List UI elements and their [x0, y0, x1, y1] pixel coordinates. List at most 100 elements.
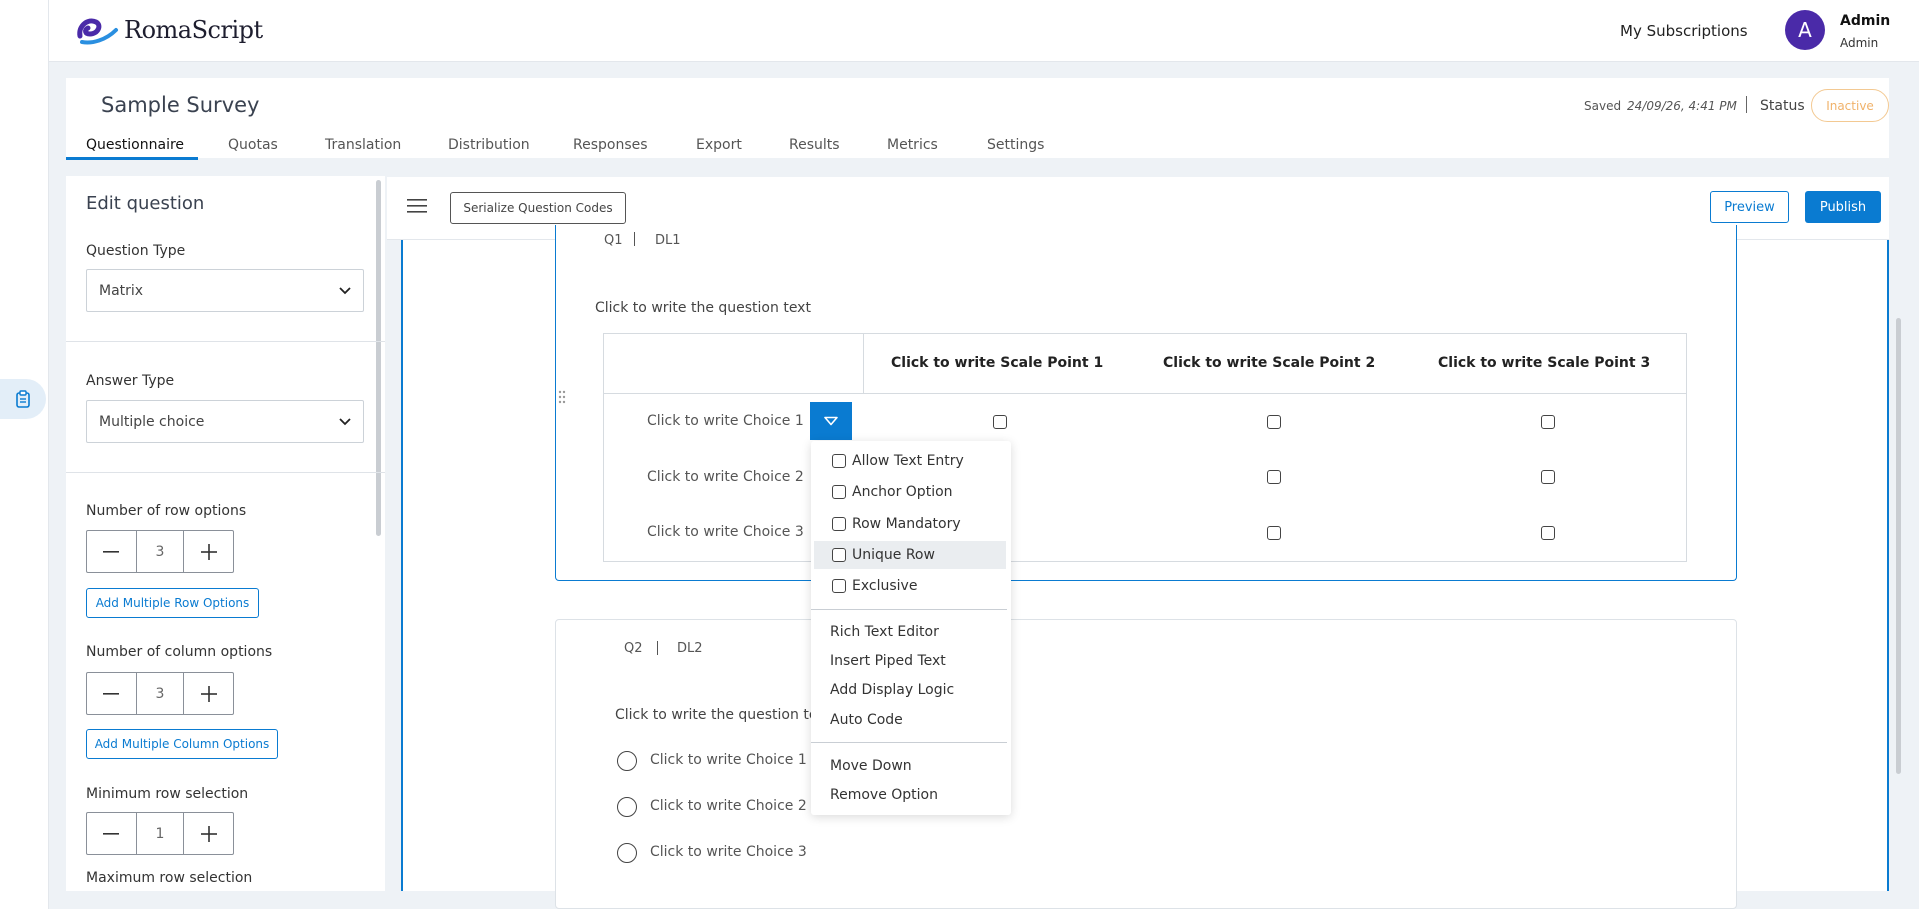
menu-checkbox[interactable] — [832, 517, 846, 531]
add-multiple-row-options-button[interactable]: Add Multiple Row Options — [86, 588, 259, 618]
column-options-stepper: 3 — [86, 672, 234, 715]
questionnaire-clipboard-icon[interactable] — [0, 379, 46, 419]
tab-translation[interactable]: Translation — [325, 137, 401, 153]
display-logic-code[interactable]: DL2 — [677, 641, 703, 656]
matrix-row-label[interactable]: Click to write Choice 2 — [647, 469, 804, 485]
matrix-checkbox[interactable] — [1541, 526, 1555, 540]
menu-divider — [811, 609, 1007, 610]
tab-distribution[interactable]: Distribution — [448, 137, 530, 153]
user-name: Admin — [1840, 13, 1891, 29]
drag-handle-icon[interactable] — [558, 390, 566, 408]
menu-item-add-display-logic[interactable]: Add Display Logic — [830, 682, 954, 698]
chevron-down-icon — [339, 417, 351, 425]
question-type-select[interactable]: Matrix — [86, 269, 364, 312]
radio-button[interactable] — [617, 751, 637, 771]
decrement-button[interactable] — [87, 673, 136, 714]
tab-settings[interactable]: Settings — [987, 137, 1044, 153]
increment-button[interactable] — [184, 813, 233, 854]
question-code[interactable]: Q1 — [604, 233, 623, 248]
panel-scrollbar[interactable] — [376, 180, 381, 536]
divider — [603, 393, 1687, 394]
avatar[interactable]: A — [1785, 10, 1825, 50]
menu-item-allow-text-entry[interactable]: Allow Text Entry — [814, 447, 1006, 475]
increment-button[interactable] — [184, 531, 233, 572]
matrix-checkbox[interactable] — [1267, 526, 1281, 540]
survey-title: Sample Survey — [101, 93, 260, 117]
tab-questionnaire[interactable]: Questionnaire — [86, 137, 184, 153]
choice-label[interactable]: Click to write Choice 2 — [650, 798, 807, 814]
menu-icon[interactable] — [407, 198, 427, 218]
divider — [1746, 96, 1747, 113]
menu-divider — [811, 742, 1007, 743]
menu-item-unique-row[interactable]: Unique Row — [814, 541, 1006, 569]
menu-item-label: Anchor Option — [852, 484, 953, 500]
chevron-down-icon — [339, 286, 351, 294]
menu-item-insert-piped-text[interactable]: Insert Piped Text — [830, 653, 946, 669]
logo[interactable]: RomaScript — [76, 14, 263, 46]
tab-responses[interactable]: Responses — [573, 137, 648, 153]
scale-point-header[interactable]: Click to write Scale Point 1 — [891, 355, 1103, 371]
status-label: Status — [1760, 98, 1805, 114]
menu-item-label: Unique Row — [852, 547, 935, 563]
matrix-checkbox[interactable] — [1541, 470, 1555, 484]
menu-checkbox[interactable] — [832, 579, 846, 593]
publish-button[interactable]: Publish — [1805, 191, 1881, 223]
matrix-row-label[interactable]: Click to write Choice 3 — [647, 524, 804, 540]
my-subscriptions-link[interactable]: My Subscriptions — [1620, 22, 1748, 40]
matrix-checkbox[interactable] — [1267, 470, 1281, 484]
plus-icon — [200, 825, 217, 842]
column-options-value[interactable]: 3 — [135, 673, 185, 714]
display-logic-code[interactable]: DL1 — [655, 233, 681, 248]
matrix-row-label[interactable]: Click to write Choice 1 — [647, 413, 804, 429]
min-row-selection-value[interactable]: 1 — [135, 813, 185, 854]
menu-checkbox[interactable] — [832, 485, 846, 499]
radio-button[interactable] — [617, 797, 637, 817]
scale-point-header[interactable]: Click to write Scale Point 3 — [1438, 355, 1650, 371]
matrix-checkbox[interactable] — [1541, 415, 1555, 429]
row-options-stepper: 3 — [86, 530, 234, 573]
menu-item-anchor-option[interactable]: Anchor Option — [814, 478, 1006, 506]
row-options-value[interactable]: 3 — [135, 531, 185, 572]
menu-item-move-down[interactable]: Move Down — [830, 758, 912, 774]
serialize-question-codes-button[interactable]: Serialize Question Codes — [450, 192, 626, 224]
divider — [66, 341, 385, 342]
menu-item-remove-option[interactable]: Remove Option — [830, 787, 938, 803]
plus-icon — [200, 543, 217, 560]
question-code[interactable]: Q2 — [624, 641, 643, 656]
column-options-label: Number of column options — [86, 644, 273, 660]
preview-button[interactable]: Preview — [1710, 191, 1789, 223]
min-row-selection-label: Minimum row selection — [86, 786, 249, 802]
radio-button[interactable] — [617, 843, 637, 863]
menu-item-exclusive[interactable]: Exclusive — [814, 572, 1006, 600]
menu-item-row-mandatory[interactable]: Row Mandatory — [814, 510, 1006, 538]
matrix-checkbox[interactable] — [1267, 415, 1281, 429]
decrement-button[interactable] — [87, 813, 136, 854]
panel-title: Edit question — [86, 193, 205, 214]
menu-item-rich-text-editor[interactable]: Rich Text Editor — [830, 624, 939, 640]
editor-scrollbar[interactable] — [1896, 318, 1901, 774]
logo-mark-icon — [77, 18, 118, 45]
add-multiple-column-options-button[interactable]: Add Multiple Column Options — [86, 729, 278, 759]
decrement-button[interactable] — [87, 531, 136, 572]
question-text[interactable]: Click to write the question text — [615, 707, 811, 723]
question-text[interactable]: Click to write the question text — [595, 300, 811, 316]
answer-type-select[interactable]: Multiple choice — [86, 400, 364, 443]
max-row-selection-label: Maximum row selection — [86, 870, 253, 886]
tab-metrics[interactable]: Metrics — [887, 137, 938, 153]
status-badge[interactable]: Inactive — [1811, 89, 1889, 122]
menu-item-auto-code[interactable]: Auto Code — [830, 712, 903, 728]
tab-quotas[interactable]: Quotas — [228, 137, 278, 153]
increment-button[interactable] — [184, 673, 233, 714]
menu-checkbox[interactable] — [832, 548, 846, 562]
answer-type-label: Answer Type — [86, 373, 175, 389]
divider — [66, 472, 385, 473]
choice-label[interactable]: Click to write Choice 1 — [650, 752, 807, 768]
choice-label[interactable]: Click to write Choice 3 — [650, 844, 807, 860]
scale-point-header[interactable]: Click to write Scale Point 2 — [1163, 355, 1375, 371]
tab-export[interactable]: Export — [696, 137, 742, 153]
tab-results[interactable]: Results — [789, 137, 840, 153]
menu-checkbox[interactable] — [832, 454, 846, 468]
row-options-dropdown-button[interactable] — [810, 402, 852, 440]
matrix-checkbox[interactable] — [993, 415, 1007, 429]
question-type-label: Question Type — [86, 243, 186, 259]
